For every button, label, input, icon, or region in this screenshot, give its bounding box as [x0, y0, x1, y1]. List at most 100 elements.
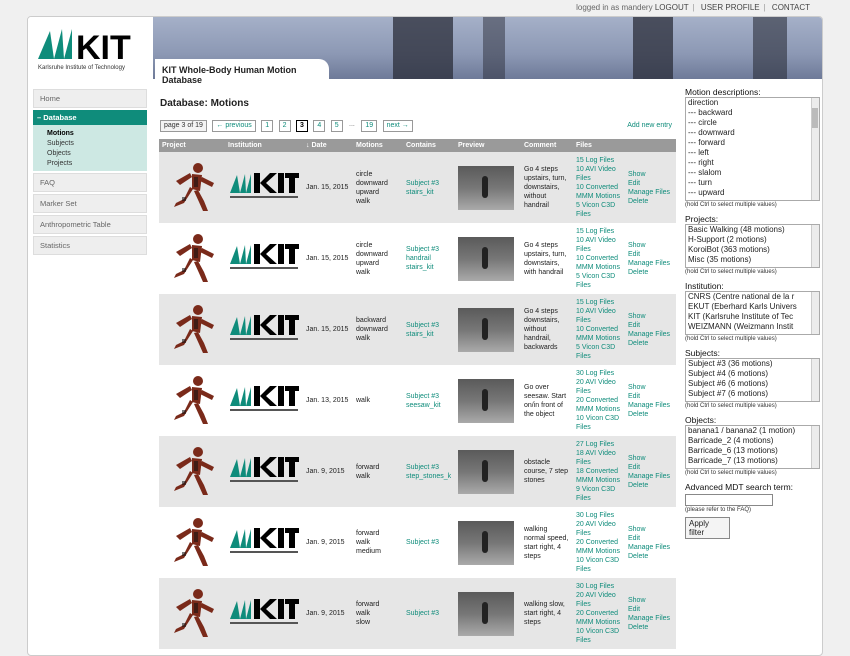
- cell-project[interactable]: [159, 152, 225, 223]
- object-option[interactable]: Barricade_6 (13 motions): [686, 446, 819, 456]
- cell-files[interactable]: 30 Log Files 20 AVI Video Files 20 Convert…: [573, 507, 625, 578]
- files-link[interactable]: 18 AVI Video Files: [576, 449, 622, 467]
- row-action-show[interactable]: Show: [628, 312, 673, 321]
- row-action-show[interactable]: Show: [628, 170, 673, 179]
- files-link[interactable]: 10 Converted MMM Motions: [576, 254, 622, 272]
- institution-option[interactable]: WEIZMANN (Weizmann Instit: [686, 322, 819, 332]
- cell-files[interactable]: 30 Log Files 20 AVI Video Files 20 Convert…: [573, 365, 625, 436]
- object-option[interactable]: banana1 / banana2 (1 motion): [686, 426, 819, 436]
- files-link[interactable]: 10 Converted MMM Motions: [576, 325, 622, 343]
- page-19-button[interactable]: 19: [361, 120, 378, 132]
- cell-contains[interactable]: Subject #3 step_stones_k: [403, 436, 455, 507]
- sidebar-item-marker-set[interactable]: Marker Set: [33, 194, 147, 213]
- files-link[interactable]: 20 AVI Video Files: [576, 378, 622, 396]
- col-preview[interactable]: Preview: [455, 139, 521, 152]
- logout-link[interactable]: LOGOUT: [655, 3, 689, 12]
- cell-project[interactable]: [159, 578, 225, 649]
- cell-contains[interactable]: Subject #3: [403, 507, 455, 578]
- preview-thumbnail[interactable]: [458, 378, 514, 423]
- page-4-button[interactable]: 4: [313, 120, 326, 132]
- cell-contains[interactable]: Subject #3: [403, 578, 455, 649]
- page-1-button[interactable]: 1: [261, 120, 274, 132]
- cell-files[interactable]: 30 Log Files 20 AVI Video Files 20 Convert…: [573, 578, 625, 649]
- cell-institution[interactable]: [225, 223, 303, 294]
- col-files[interactable]: Files: [573, 139, 625, 152]
- next-page-button[interactable]: next →: [382, 120, 413, 132]
- row-action-delete[interactable]: Delete: [628, 481, 673, 490]
- sidebar-sub-subjects[interactable]: Subjects: [47, 138, 147, 148]
- cell-institution[interactable]: [225, 294, 303, 365]
- col-date[interactable]: ↓ Date: [303, 139, 353, 152]
- col-contains[interactable]: Contains: [403, 139, 455, 152]
- row-action-edit[interactable]: Edit: [628, 463, 673, 472]
- row-action-delete[interactable]: Delete: [628, 623, 673, 632]
- files-link[interactable]: 10 Vicon C3D Files: [576, 556, 622, 574]
- files-link[interactable]: 27 Log Files: [576, 440, 622, 449]
- subject-option[interactable]: Subject #7 (6 motions): [686, 389, 819, 399]
- subjects-select[interactable]: Subject #3 (36 motions) Subject #4 (6 mot…: [685, 358, 820, 402]
- cell-project[interactable]: [159, 365, 225, 436]
- sidebar-item-statistics[interactable]: Statistics: [33, 236, 147, 255]
- col-institution[interactable]: Institution: [225, 139, 303, 152]
- row-action-manage-files[interactable]: Manage Files: [628, 543, 673, 552]
- row-action-show[interactable]: Show: [628, 383, 673, 392]
- files-link[interactable]: 5 Vicon C3D Files: [576, 272, 622, 290]
- project-option[interactable]: KoroiBot (363 motions): [686, 245, 819, 255]
- row-action-edit[interactable]: Edit: [628, 605, 673, 614]
- files-link[interactable]: 10 Vicon C3D Files: [576, 414, 622, 432]
- files-link[interactable]: 5 Vicon C3D Files: [576, 343, 622, 361]
- cell-institution[interactable]: [225, 436, 303, 507]
- cell-project[interactable]: [159, 436, 225, 507]
- files-link[interactable]: 20 Converted MMM Motions: [576, 609, 622, 627]
- motion-option[interactable]: --- downward: [686, 128, 819, 138]
- sidebar-sub-motions[interactable]: Motions: [47, 128, 147, 138]
- cell-project[interactable]: [159, 294, 225, 365]
- files-link[interactable]: 30 Log Files: [576, 511, 622, 520]
- motion-option[interactable]: --- turn: [686, 178, 819, 188]
- preview-thumbnail[interactable]: [458, 591, 514, 636]
- row-action-show[interactable]: Show: [628, 454, 673, 463]
- apply-filter-button[interactable]: Apply filter: [685, 517, 730, 539]
- project-option[interactable]: Basic Walking (48 motions): [686, 225, 819, 235]
- row-action-manage-files[interactable]: Manage Files: [628, 259, 673, 268]
- user-profile-link[interactable]: USER PROFILE: [701, 3, 760, 12]
- files-link[interactable]: 15 Log Files: [576, 227, 622, 236]
- page-3-button[interactable]: 3: [295, 120, 308, 132]
- row-action-delete[interactable]: Delete: [628, 339, 673, 348]
- files-link[interactable]: 9 Vicon C3D Files: [576, 485, 622, 503]
- row-action-delete[interactable]: Delete: [628, 268, 673, 277]
- cell-preview[interactable]: [455, 365, 521, 436]
- row-action-manage-files[interactable]: Manage Files: [628, 614, 673, 623]
- subject-option[interactable]: Subject #4 (6 motions): [686, 369, 819, 379]
- cell-files[interactable]: 27 Log Files 18 AVI Video Files 18 Convert…: [573, 436, 625, 507]
- kit-logo[interactable]: KIT Karlsruhe Institute of Technology: [32, 21, 152, 77]
- files-link[interactable]: 5 Vicon C3D Files: [576, 201, 622, 219]
- cell-contains[interactable]: Subject #3 stairs_kit: [403, 152, 455, 223]
- page-2-button[interactable]: 2: [278, 120, 291, 132]
- motion-option[interactable]: --- slalom: [686, 168, 819, 178]
- files-link[interactable]: 20 AVI Video Files: [576, 520, 622, 538]
- institution-select[interactable]: CNRS (Centre national de la r EKUT (Eberh…: [685, 291, 820, 335]
- cell-preview[interactable]: [455, 578, 521, 649]
- files-link[interactable]: 20 Converted MMM Motions: [576, 396, 622, 414]
- row-action-show[interactable]: Show: [628, 596, 673, 605]
- sidebar-sub-projects[interactable]: Projects: [47, 158, 147, 168]
- institution-option[interactable]: KIT (Karlsruhe Institute of Tec: [686, 312, 819, 322]
- row-action-edit[interactable]: Edit: [628, 250, 673, 259]
- cell-preview[interactable]: [455, 294, 521, 365]
- cell-files[interactable]: 15 Log Files 10 AVI Video Files 10 Convert…: [573, 294, 625, 365]
- cell-project[interactable]: [159, 223, 225, 294]
- cell-files[interactable]: 15 Log Files 10 AVI Video Files 10 Convert…: [573, 223, 625, 294]
- cell-institution[interactable]: [225, 507, 303, 578]
- preview-thumbnail[interactable]: [458, 236, 514, 281]
- motion-option[interactable]: --- forward: [686, 138, 819, 148]
- row-action-delete[interactable]: Delete: [628, 410, 673, 419]
- project-option[interactable]: Misc (35 motions): [686, 255, 819, 265]
- files-link[interactable]: 15 Log Files: [576, 298, 622, 307]
- preview-thumbnail[interactable]: [458, 449, 514, 494]
- row-action-manage-files[interactable]: Manage Files: [628, 188, 673, 197]
- institution-option[interactable]: EKUT (Eberhard Karls Univers: [686, 302, 819, 312]
- project-option[interactable]: H-Support (2 motions): [686, 235, 819, 245]
- cell-institution[interactable]: [225, 152, 303, 223]
- subject-option[interactable]: Subject #6 (6 motions): [686, 379, 819, 389]
